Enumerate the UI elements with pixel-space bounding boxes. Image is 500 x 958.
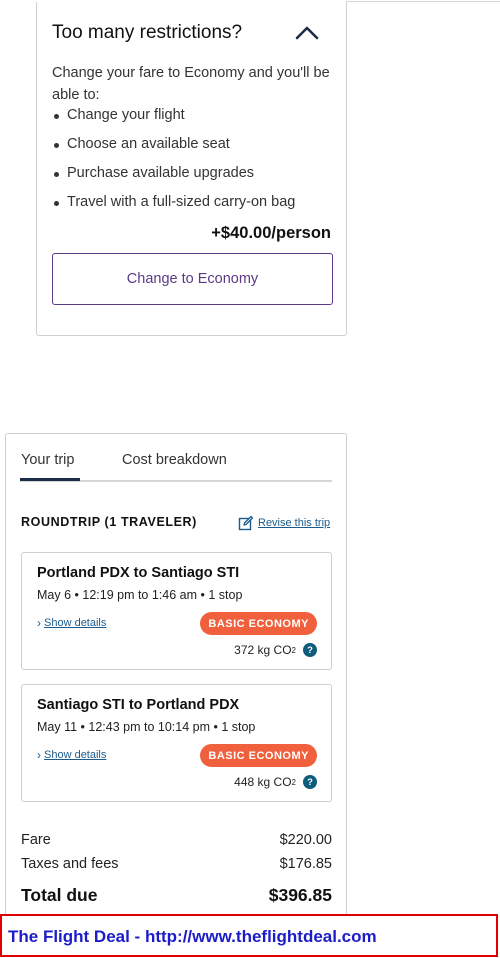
flight-route: Santiago STI to Portland PDX: [37, 697, 240, 713]
edit-icon: [238, 515, 254, 531]
fare-value: $220.00: [279, 832, 332, 848]
flight-times: May 11 • 12:43 pm to 10:14 pm • 1 stop: [37, 720, 256, 734]
flight-times: May 6 • 12:19 pm to 1:46 am • 1 stop: [37, 588, 243, 602]
trip-tabs: Your trip Cost breakdown: [20, 452, 332, 482]
tab-cost-breakdown[interactable]: Cost breakdown: [122, 452, 227, 468]
change-to-economy-button[interactable]: Change to Economy: [52, 253, 333, 305]
show-details-link[interactable]: › Show details: [37, 616, 106, 630]
co2-emissions: 372 kg CO 2 ?: [234, 643, 317, 657]
taxes-value: $176.85: [279, 856, 332, 872]
show-details-link[interactable]: › Show details: [37, 748, 106, 762]
revise-trip-label[interactable]: Revise this trip: [258, 517, 330, 529]
taxes-label: Taxes and fees: [21, 856, 119, 872]
tab-your-trip[interactable]: Your trip: [21, 452, 74, 468]
revise-trip-link[interactable]: Revise this trip: [238, 515, 330, 531]
total-value: $396.85: [268, 885, 332, 905]
flight-card-outbound: Portland PDX to Santiago STI May 6 • 12:…: [21, 552, 332, 670]
upsell-title: Too many restrictions?: [52, 22, 243, 43]
bullet-icon: [54, 172, 59, 177]
bullet-icon: [54, 201, 59, 206]
upsell-card: Too many restrictions? Change your fare …: [36, 2, 347, 336]
flight-card-return: Santiago STI to Portland PDX May 11 • 12…: [21, 684, 332, 802]
watermark-banner: The Flight Deal - http://www.theflightde…: [0, 914, 498, 957]
trip-summary-panel: Your trip Cost breakdown ROUNDTRIP (1 TR…: [5, 433, 347, 915]
bullet-icon: [54, 114, 59, 119]
upsell-price: +$40.00/person: [211, 224, 331, 242]
watermark-text: The Flight Deal - http://www.theflightde…: [8, 927, 377, 946]
fare-label: Fare: [21, 832, 51, 848]
help-icon[interactable]: ?: [303, 643, 317, 657]
help-icon[interactable]: ?: [303, 775, 317, 789]
upsell-intro: Change your fare to Economy and you'll b…: [52, 65, 330, 103]
fare-class-badge: BASIC ECONOMY: [200, 744, 317, 767]
chevron-up-icon[interactable]: [295, 22, 319, 42]
bullet-icon: [54, 143, 59, 148]
chevron-right-icon: ›: [37, 748, 41, 762]
top-divider: [346, 1, 500, 2]
flight-route: Portland PDX to Santiago STI: [37, 565, 240, 581]
co2-emissions: 448 kg CO 2 ?: [234, 775, 317, 789]
fare-class-badge: BASIC ECONOMY: [200, 612, 317, 635]
total-label: Total due: [21, 885, 98, 905]
active-tab-indicator: [20, 478, 80, 481]
chevron-right-icon: ›: [37, 616, 41, 630]
roundtrip-label: ROUNDTRIP (1 TRAVELER): [21, 515, 197, 529]
